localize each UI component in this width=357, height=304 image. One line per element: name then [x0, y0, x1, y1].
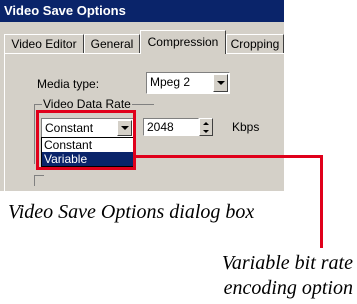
chevron-down-icon [216, 81, 225, 85]
video-data-rate-label: Video Data Rate [42, 97, 132, 111]
dialog-caption: Video Save Options dialog box [8, 201, 255, 223]
spin-up-button[interactable] [200, 119, 212, 127]
tab-general[interactable]: General [84, 34, 140, 53]
spin-down-button[interactable] [200, 127, 212, 135]
data-rate-value: 2048 [147, 120, 174, 134]
data-rate-spinner[interactable] [199, 118, 213, 136]
tab-cropping[interactable]: Cropping [226, 34, 284, 53]
callout-line-horizontal [136, 155, 323, 158]
arrow-down-icon [203, 129, 209, 133]
media-type-label: Media type: [37, 77, 100, 91]
highlight-box [36, 110, 136, 170]
tab-compression[interactable]: Compression [140, 30, 226, 54]
data-rate-input[interactable]: 2048 [143, 118, 199, 136]
data-rate-unit: Kbps [232, 120, 260, 134]
hidden-checkbox[interactable] [34, 175, 44, 186]
option-caption-line1: Variable bit rate [221, 252, 353, 274]
option-caption-line2: encoding option [223, 277, 353, 299]
media-type-dropdown-button[interactable] [213, 74, 228, 92]
media-type-select[interactable]: Mpeg 2 [146, 72, 230, 94]
dialog-title: Video Save Options [0, 0, 284, 22]
arrow-up-icon [203, 121, 209, 125]
tab-video-editor[interactable]: Video Editor [4, 34, 84, 53]
media-type-value: Mpeg 2 [150, 75, 191, 89]
callout-line-vertical [320, 155, 323, 248]
